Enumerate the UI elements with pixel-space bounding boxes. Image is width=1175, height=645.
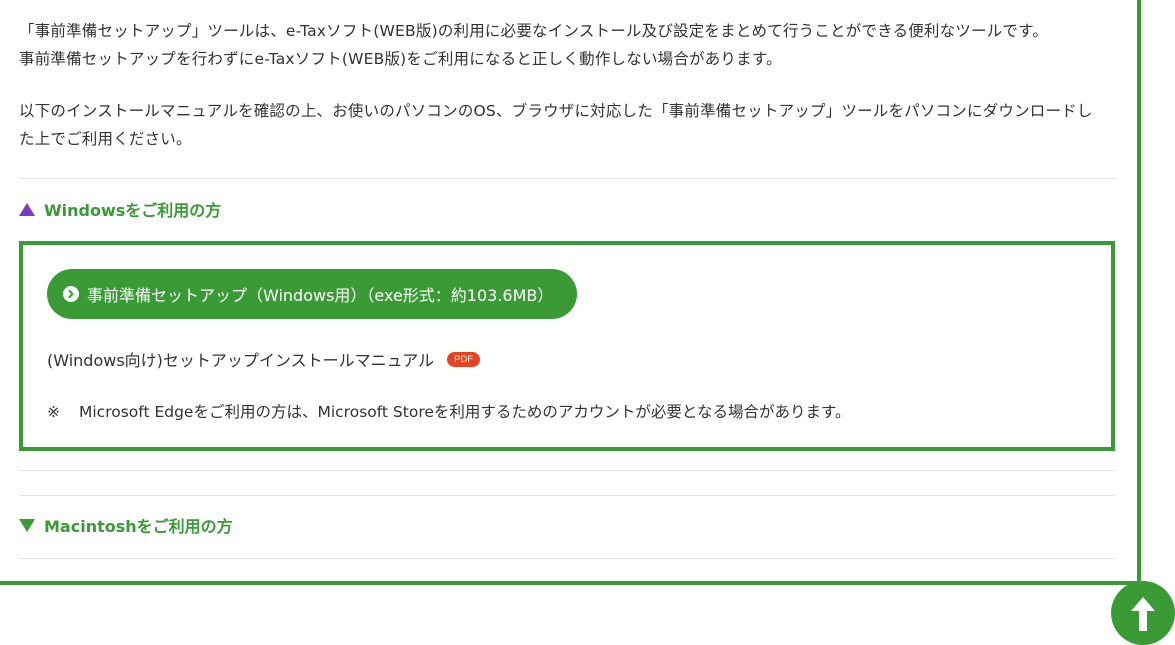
triangle-down-icon (19, 518, 35, 532)
intro-line-1: 「事前準備セットアップ」ツールは、e-Taxソフト(WEB版)の利用に必要なイン… (19, 22, 1048, 40)
windows-section-title: Windowsをご利用の方 (44, 201, 222, 220)
divider (19, 558, 1115, 559)
divider (19, 178, 1115, 179)
page-top-button[interactable] (1111, 581, 1175, 645)
manual-link-label: (Windows向け)セットアップインストールマニュアル (47, 351, 435, 370)
intro-line-2: 事前準備セットアップを行わずにe-Taxソフト(WEB版)をご利用になると正しく… (19, 50, 782, 68)
intro-line-4: た上でご利用ください。 (19, 130, 192, 148)
divider (19, 470, 1115, 471)
windows-manual-link[interactable]: (Windows向け)セットアップインストールマニュアル PDF (47, 347, 481, 371)
triangle-up-icon (19, 202, 35, 216)
mac-section-title: Macintoshをご利用の方 (44, 517, 233, 536)
divider (19, 495, 1115, 496)
windows-panel: 事前準備セットアップ（Windows用）（exe形式：約103.6MB） (Wi… (19, 241, 1115, 451)
pdf-badge: PDF (447, 351, 481, 367)
note-text: Microsoft Edgeをご利用の方は、Microsoft Storeを利用… (79, 403, 851, 421)
intro-line-3: 以下のインストールマニュアルを確認の上、お使いのパソコンのOS、ブラウザに対応し… (19, 102, 1093, 120)
arrow-up-icon (1131, 597, 1155, 631)
windows-accordion-header[interactable]: Windowsをご利用の方 (19, 197, 221, 221)
mac-accordion-header[interactable]: Macintoshをご利用の方 (19, 513, 233, 537)
edge-note: ※ Microsoft Edgeをご利用の方は、Microsoft Storeを利… (47, 400, 850, 422)
chevron-right-icon (63, 286, 79, 302)
windows-download-button[interactable]: 事前準備セットアップ（Windows用）（exe形式：約103.6MB） (47, 269, 578, 319)
download-button-label: 事前準備セットアップ（Windows用）（exe形式：約103.6MB） (87, 286, 554, 305)
note-mark: ※ (47, 403, 60, 421)
